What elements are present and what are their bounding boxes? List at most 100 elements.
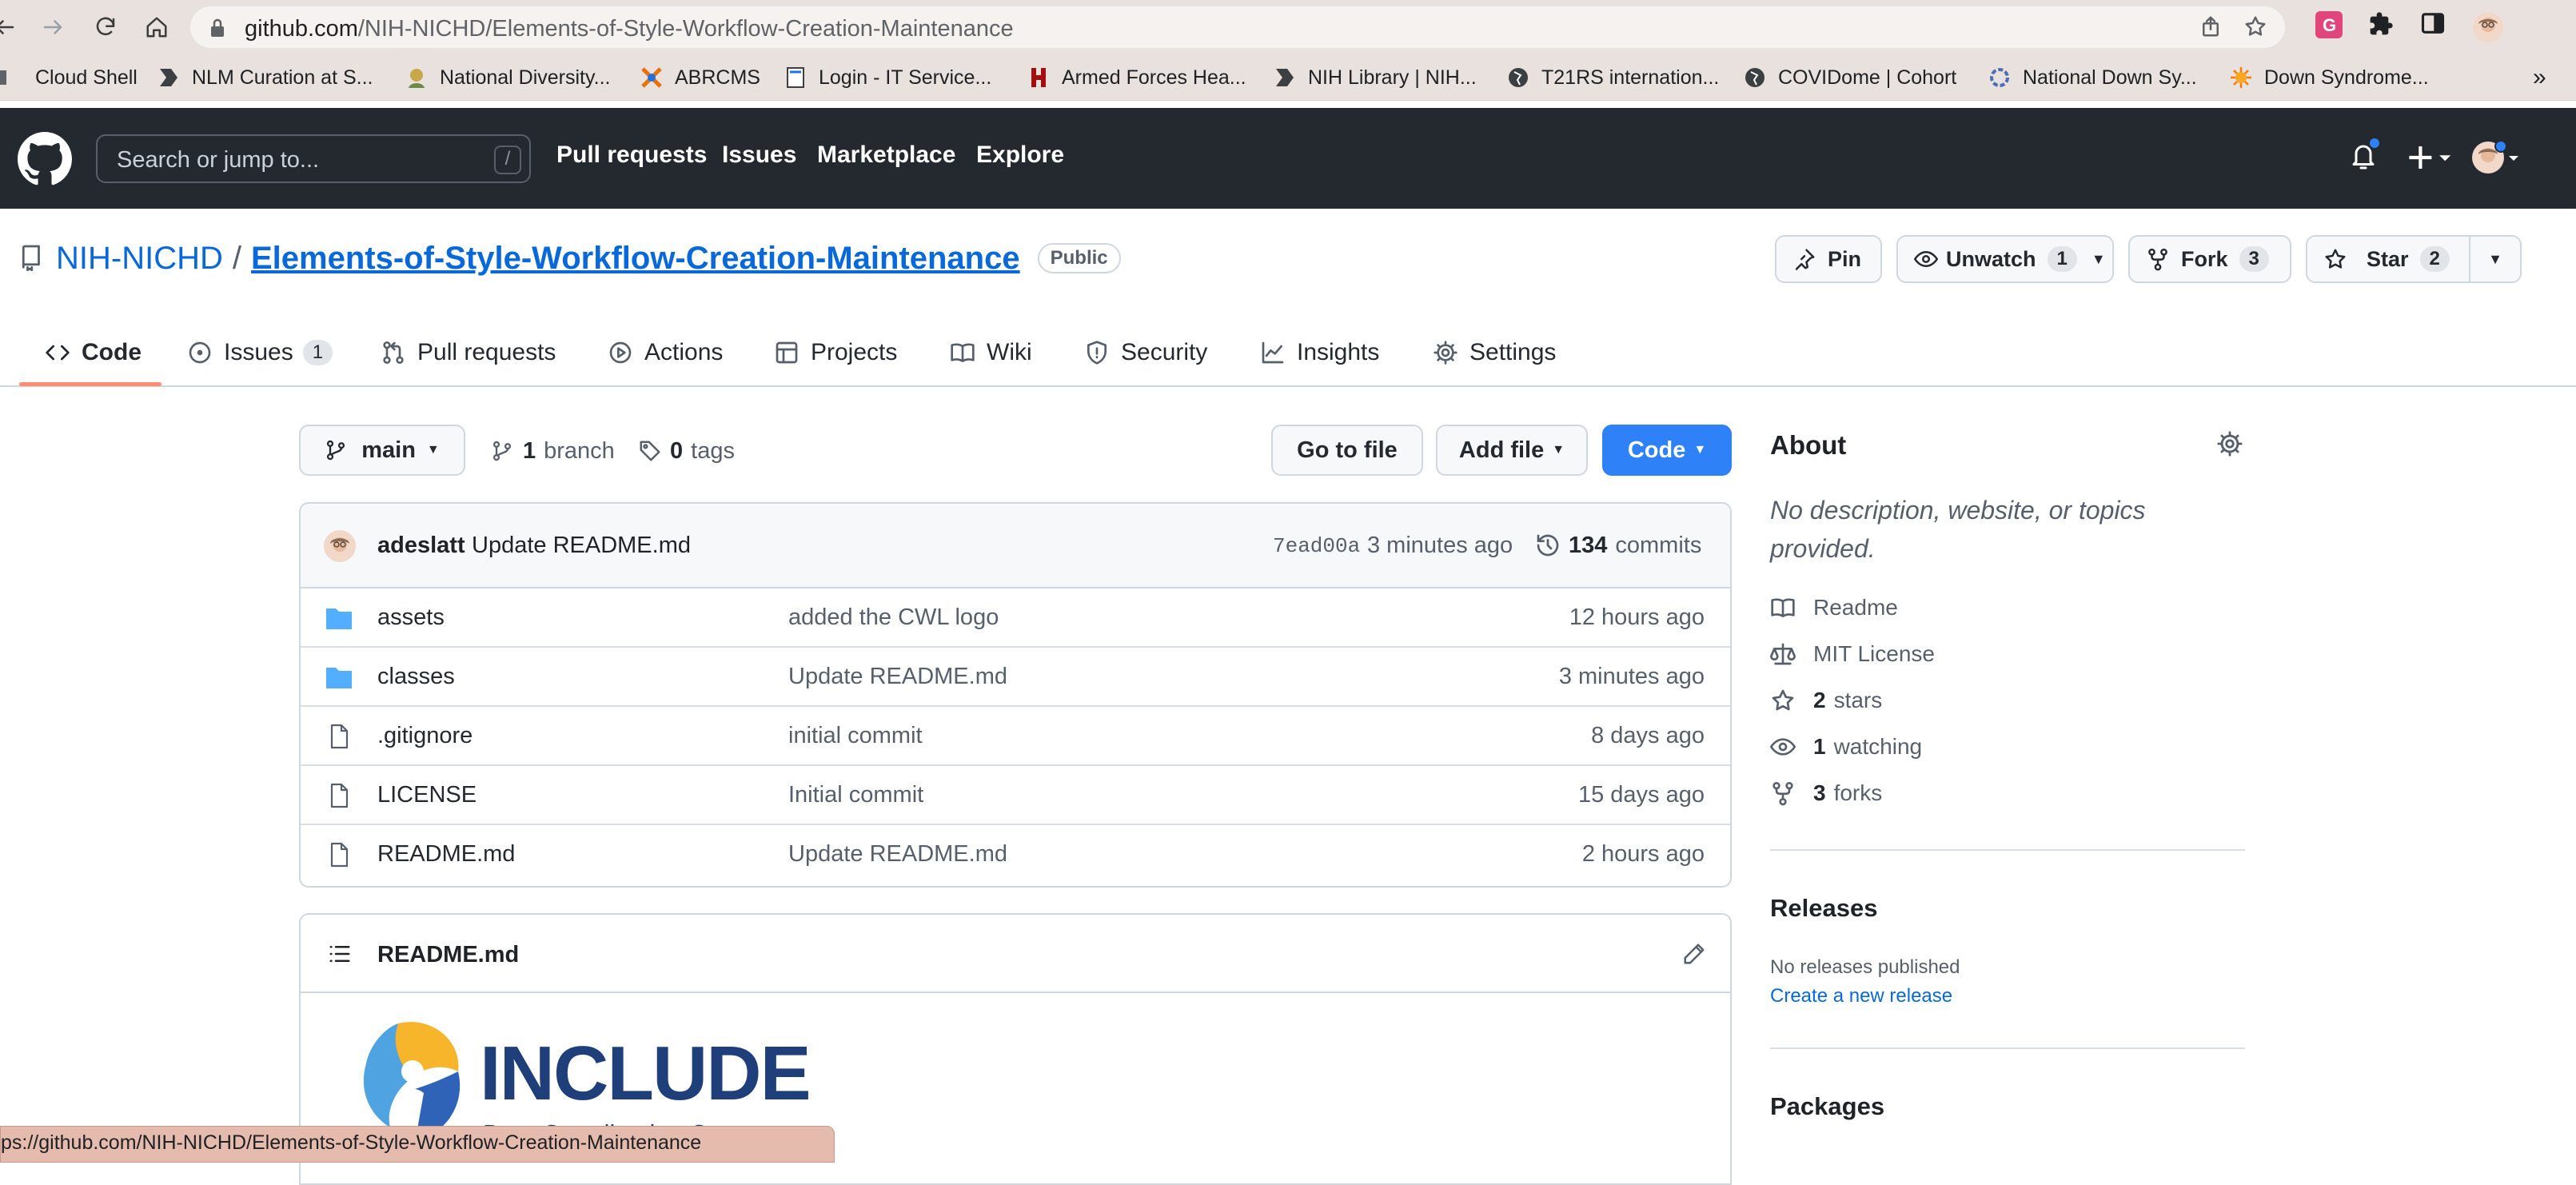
share-icon[interactable] xyxy=(2199,14,2224,40)
bookmark-item[interactable]: NIH Library | NIH... xyxy=(1273,62,1477,93)
forks-link[interactable]: 3 forks xyxy=(1770,777,1882,809)
releases-title[interactable]: Releases xyxy=(1770,894,1877,923)
profile-avatar-icon[interactable] xyxy=(2472,11,2504,43)
commits-link[interactable]: 134 commits xyxy=(1535,531,1701,560)
repo-owner-link[interactable]: NIH-NICHD xyxy=(56,241,223,277)
star-label: Star xyxy=(2367,246,2409,271)
branch-icon xyxy=(492,441,512,461)
branches-link[interactable]: 1 branch xyxy=(491,437,615,465)
file-commit-message[interactable]: initial commit xyxy=(788,723,923,749)
file-row[interactable]: classes Update README.md 3 minutes ago xyxy=(301,648,1730,707)
file-age: 12 hours ago xyxy=(1569,604,1705,630)
tag-bookmark-icon xyxy=(1276,69,1294,86)
commit-author[interactable]: adeslatt xyxy=(377,533,465,559)
tags-link[interactable]: 0 tags xyxy=(638,437,735,465)
address-bar[interactable]: github.com/NIH-NICHD/Elements-of-Style-W… xyxy=(190,6,2285,48)
create-new-icon[interactable] xyxy=(2408,142,2453,174)
user-avatar-menu[interactable] xyxy=(2470,140,2522,175)
tab-security[interactable]: Security xyxy=(1084,318,1207,387)
bookmark-item[interactable]: National Diversity... xyxy=(405,62,611,93)
ring-logo-icon xyxy=(1990,68,2009,87)
file-row[interactable]: assets added the CWL logo 12 hours ago xyxy=(301,589,1730,648)
file-row[interactable]: README.md Update README.md 2 hours ago xyxy=(301,825,1730,884)
nav-explore[interactable]: Explore xyxy=(976,142,1064,169)
create-release-link[interactable]: Create a new release xyxy=(1770,985,1952,1007)
extensions-puzzle-icon[interactable] xyxy=(2368,11,2400,43)
go-to-file-button[interactable]: Go to file xyxy=(1271,425,1423,476)
commit-message[interactable]: Update README.md xyxy=(472,533,691,559)
bookmark-item[interactable]: T21RS internation... xyxy=(1506,62,1719,93)
file-row[interactable]: .gitignore initial commit 8 days ago xyxy=(301,707,1730,766)
bookmark-item[interactable]: Down Syndrome... xyxy=(2229,62,2429,93)
bookmark-item[interactable]: Cloud Shell xyxy=(0,62,138,93)
nav-pull-requests[interactable]: Pull requests xyxy=(556,142,707,169)
bookmarks-overflow[interactable]: » xyxy=(2533,62,2546,93)
file-name[interactable]: classes xyxy=(377,664,455,690)
bookmark-star-icon[interactable] xyxy=(2243,14,2269,40)
unwatch-button[interactable]: Unwatch 1 ▼ xyxy=(1896,235,2114,283)
packages-title[interactable]: Packages xyxy=(1770,1092,1884,1121)
tab-pull-requests[interactable]: Pull requests xyxy=(381,318,556,387)
bookmark-item[interactable]: National Down Sy... xyxy=(1988,62,2197,93)
file-list: adeslatt Update README.md 7ead00a 3 minu… xyxy=(299,502,1732,888)
list-icon[interactable] xyxy=(328,942,352,966)
file-row[interactable]: LICENSE Initial commit 15 days ago xyxy=(301,766,1730,825)
github-logo-icon[interactable] xyxy=(18,132,72,186)
tab-projects[interactable]: Projects xyxy=(774,318,897,387)
search-input[interactable]: Search or jump to... / xyxy=(96,134,531,183)
file-name[interactable]: README.md xyxy=(377,841,515,868)
fork-button[interactable]: Fork 3 xyxy=(2128,235,2291,283)
forward-icon[interactable] xyxy=(37,11,69,43)
file-name[interactable]: .gitignore xyxy=(377,723,473,749)
bookmark-item[interactable]: ABRCMS xyxy=(640,62,760,93)
home-icon[interactable] xyxy=(141,11,173,43)
github-header: Search or jump to... / Pull requests Iss… xyxy=(0,108,2576,209)
add-file-button[interactable]: Add file ▼ xyxy=(1436,425,1588,476)
gear-icon[interactable] xyxy=(2216,430,2243,457)
back-icon[interactable] xyxy=(0,11,21,43)
notifications-bell-icon[interactable] xyxy=(2349,137,2381,175)
avatar[interactable] xyxy=(323,529,357,563)
watchers-link[interactable]: 1 watching xyxy=(1770,731,1922,763)
file-commit-message[interactable]: Initial commit xyxy=(788,782,923,808)
star-count: 2 xyxy=(2419,246,2450,272)
grammarly-extension-icon[interactable]: G xyxy=(2315,11,2347,43)
tab-insights[interactable]: Insights xyxy=(1260,318,1379,387)
nav-marketplace[interactable]: Marketplace xyxy=(817,142,955,169)
star-button[interactable]: Star 2 xyxy=(2306,235,2470,283)
file-name[interactable]: LICENSE xyxy=(377,782,477,808)
tab-actions[interactable]: Actions xyxy=(608,318,723,387)
star-list-dropdown[interactable]: ▼ xyxy=(2469,235,2522,283)
file-commit-message[interactable]: Update README.md xyxy=(788,841,1007,868)
stars-link[interactable]: 2 stars xyxy=(1770,684,1882,716)
commit-sha[interactable]: 7ead00a xyxy=(1273,534,1360,558)
readme-link[interactable]: Readme xyxy=(1770,592,1898,624)
abrcms-logo-icon xyxy=(641,67,662,88)
bookmark-item[interactable]: COVIDome | Cohort xyxy=(1743,62,1956,93)
file-commit-message[interactable]: Update README.md xyxy=(788,664,1007,690)
tab-wiki[interactable]: Wiki xyxy=(950,318,1032,387)
diversity-logo-icon xyxy=(409,69,425,88)
cloud-shell-icon xyxy=(0,70,6,85)
branch-selector[interactable]: main ▼ xyxy=(299,425,465,476)
tab-code[interactable]: Code xyxy=(45,318,142,387)
tab-settings[interactable]: Settings xyxy=(1433,318,1556,387)
bookmark-item[interactable]: NLM Curation at S... xyxy=(157,62,373,93)
sidebar-divider xyxy=(1770,1047,2245,1049)
repo-name-link[interactable]: Elements-of-Style-Workflow-Creation-Main… xyxy=(251,241,1020,277)
branch-icon xyxy=(327,440,345,461)
file-name[interactable]: assets xyxy=(377,604,445,631)
license-link[interactable]: MIT License xyxy=(1770,638,1935,670)
bookmark-item[interactable]: Armed Forces Hea... xyxy=(1027,62,1246,93)
side-panel-icon[interactable] xyxy=(2421,11,2453,43)
pin-button[interactable]: Pin xyxy=(1775,235,1882,283)
pull-request-icon xyxy=(383,341,404,364)
visibility-badge: Public xyxy=(1037,243,1121,273)
code-download-button[interactable]: Code ▼ xyxy=(1602,425,1732,476)
bookmark-item[interactable]: Login - IT Service... xyxy=(784,62,991,93)
reload-icon[interactable] xyxy=(90,11,122,43)
tab-issues[interactable]: Issues 1 xyxy=(187,318,333,387)
pencil-edit-icon[interactable] xyxy=(1682,942,1706,966)
file-commit-message[interactable]: added the CWL logo xyxy=(788,604,999,631)
nav-issues[interactable]: Issues xyxy=(722,142,796,169)
